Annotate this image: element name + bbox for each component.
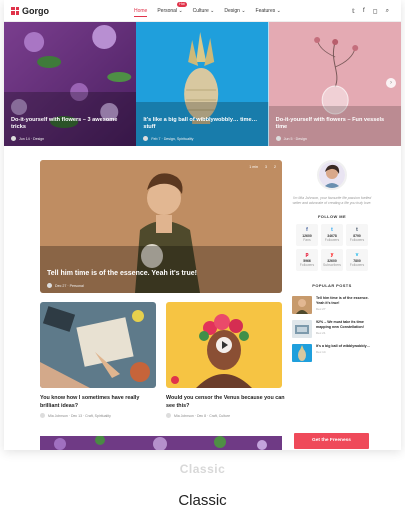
- featured-meta: Dec 27 · Personal: [47, 283, 84, 288]
- author-avatar[interactable]: [317, 160, 347, 190]
- category-icon: [171, 376, 179, 384]
- avatar: [166, 413, 171, 418]
- avatar: [275, 136, 281, 141]
- popular-post[interactable]: 92% – We must take its time mapping new …: [292, 320, 372, 339]
- hot-badge: Hot: [177, 2, 187, 7]
- post-title[interactable]: You know how I sometimes have really bri…: [40, 395, 160, 410]
- social-facebook[interactable]: f 12600 Fans: [296, 224, 318, 247]
- cta-button[interactable]: Get the Freeness: [294, 433, 369, 449]
- featured-post[interactable]: 1 min 3 2 Tell him time is of the essence.…: [40, 160, 282, 293]
- play-video-button[interactable]: [216, 337, 232, 353]
- post-meta: Mia Johnson · Dec 13 · Craft, Spirituali…: [40, 413, 111, 418]
- faded-caption: Classic: [179, 462, 226, 476]
- popular-heading: POPULAR POSTS: [312, 283, 352, 289]
- hero-title[interactable]: Do-it-yourself with flowers – 3 awesome …: [11, 117, 130, 132]
- purple-flowers-image: [40, 436, 282, 450]
- avatar: [47, 283, 52, 288]
- hero-slider: Do-it-yourself with flowers – 3 awesome …: [4, 22, 401, 146]
- social-pinterest[interactable]: p 5966 Followers: [296, 249, 318, 272]
- follow-heading: FOLLOW ME: [317, 214, 347, 220]
- youtube-icon: y: [330, 252, 334, 259]
- slider-next-button[interactable]: ›: [385, 78, 396, 88]
- post-title[interactable]: Would you censor the Venus because you c…: [166, 395, 286, 410]
- nav-design[interactable]: Design ⌄: [224, 8, 245, 14]
- logo-text: Gorgo: [22, 5, 49, 16]
- popular-date: Dec 27: [316, 306, 326, 311]
- popular-date: Dec 14: [316, 349, 326, 354]
- demo-caption[interactable]: Classic: [0, 492, 405, 509]
- next-post-image[interactable]: [40, 436, 282, 450]
- post-thumbnail[interactable]: [40, 302, 156, 388]
- popular-thumbnail: [292, 344, 312, 363]
- desk-image: [40, 302, 156, 388]
- hero-title[interactable]: Do-it-yourself with flowers – Fun vessel…: [276, 117, 395, 132]
- tumblr-icon: t: [356, 227, 358, 234]
- avatar: [40, 413, 45, 418]
- hero-card[interactable]: Do-it-yourself with flowers – 3 awesome …: [4, 22, 137, 146]
- main-nav: Home Personal ⌄ Hot Culture ⌄ Design ⌄ Fe…: [134, 0, 281, 22]
- post-thumbnail[interactable]: [166, 302, 282, 388]
- nav-features[interactable]: Features ⌄: [256, 8, 281, 14]
- social-counters: f 12600 Fans t 34678 Followers t 8790 Follower…: [292, 224, 372, 272]
- hero-card[interactable]: It's like a big ball of wibblywobbly… ti…: [136, 22, 269, 146]
- nav-home[interactable]: Home: [134, 8, 148, 17]
- post-stats: 1 min 3 2: [249, 165, 276, 169]
- social-tumblr[interactable]: t 8790 Followers: [346, 224, 368, 247]
- post-meta: Mia Johnson · Dec 8 · Craft, Culture: [166, 413, 230, 418]
- twitter-icon: t: [331, 227, 333, 234]
- author-photo: [319, 162, 345, 188]
- popular-post[interactable]: It's a big ball of wibblywobbly… Dec 14: [292, 344, 372, 363]
- site-header: Gorgo Home Personal ⌄ Hot Culture ⌄ Desig…: [4, 0, 401, 22]
- featured-title[interactable]: Tell him time is of the essence. Yeah it…: [47, 269, 217, 278]
- hero-meta: Feb 7 · Design, Spirituality: [143, 136, 193, 141]
- popular-title: 92% – We must take its time mapping new …: [316, 320, 364, 329]
- search-icon[interactable]: ⌕: [386, 8, 389, 15]
- popular-thumbnail: [292, 296, 312, 315]
- sidebar: I'm Mia Johnson, your favourite life pas…: [292, 160, 372, 363]
- popular-thumbnail: [292, 320, 312, 339]
- avatar: [11, 136, 16, 141]
- pinterest-icon: p: [305, 252, 309, 259]
- popular-title: Tell him time is of the essence. Yeah it…: [316, 296, 369, 305]
- facebook-icon: f: [306, 227, 308, 234]
- avatar: [143, 136, 149, 141]
- hero-title[interactable]: It's like a big ball of wibblywobbly… ti…: [143, 117, 262, 132]
- site-logo[interactable]: Gorgo: [11, 6, 49, 16]
- nav-personal[interactable]: Personal ⌄ Hot: [157, 2, 187, 14]
- author-bio: I'm Mia Johnson, your favourite life pas…: [292, 196, 372, 206]
- social-twitter[interactable]: t 34678 Followers: [321, 224, 343, 247]
- theme-preview[interactable]: Gorgo Home Personal ⌄ Hot Culture ⌄ Desig…: [4, 0, 401, 450]
- popular-title: It's a big ball of wibblywobbly…: [316, 344, 371, 349]
- twitter-icon[interactable]: 𝕥: [352, 8, 355, 15]
- hero-meta: Jun 5 · Design: [275, 136, 307, 141]
- header-icons: 𝕥 f ◻ ⌕: [352, 0, 389, 22]
- popular-post[interactable]: Tell him time is of the essence. Yeah it…: [292, 296, 372, 315]
- vimeo-icon: v: [355, 252, 359, 259]
- hero-card[interactable]: Do-it-yourself with flowers – Fun vessel…: [268, 22, 401, 146]
- logo-icon: [11, 6, 19, 15]
- popular-date: Dec 21: [316, 330, 326, 335]
- hero-meta: Jun 14 · Design: [11, 136, 44, 141]
- instagram-icon[interactable]: ◻: [373, 8, 378, 15]
- social-youtube[interactable]: y 32600 Subscribers: [321, 249, 343, 272]
- facebook-icon[interactable]: f: [363, 8, 365, 14]
- social-vimeo[interactable]: v 7800 Followers: [346, 249, 368, 272]
- nav-culture[interactable]: Culture ⌄: [193, 8, 215, 14]
